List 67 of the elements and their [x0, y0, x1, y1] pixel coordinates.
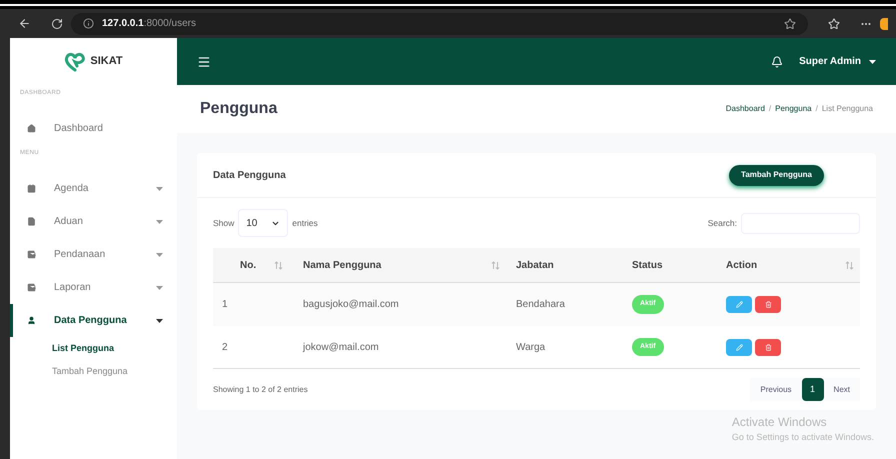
page-title: Pengguna [200, 99, 278, 119]
table-cell-text: bagusjoko@mail.com [302, 298, 400, 312]
sidebar-item[interactable]: Pendanaan [10, 238, 177, 271]
next-button[interactable]: Next [824, 378, 860, 401]
delete-button[interactable] [755, 338, 781, 356]
caret-icon [156, 286, 163, 290]
search-label: Search: [708, 216, 737, 230]
table-cell-text: jokow@mail.com [302, 340, 380, 354]
caret-icon [156, 220, 163, 224]
document-icon [27, 217, 36, 226]
submenu-link[interactable]: List Pengguna [10, 337, 177, 360]
caret-icon [156, 186, 163, 190]
sidebar-item[interactable]: Laporan [10, 271, 177, 304]
activation-title: Activate Windows [732, 414, 828, 431]
sidebar-item[interactable]: Dashboard [10, 112, 177, 145]
column-header[interactable]: Jabatan [506, 258, 632, 272]
breadcrumb-link[interactable]: List Pengguna [822, 103, 873, 115]
caret-icon [156, 252, 163, 256]
trash-icon [764, 344, 772, 350]
url-text: 127.0.0.1:8000/users [102, 17, 196, 31]
table-cell-text: 1 [221, 298, 229, 312]
back-icon[interactable] [18, 17, 31, 30]
card-title: Data Pengguna [213, 168, 286, 182]
table-cell-text: 2 [221, 340, 229, 354]
wallet-icon [27, 250, 36, 259]
add-user-button[interactable]: Tambah Pengguna [729, 164, 824, 186]
column-header[interactable]: No. [213, 258, 289, 272]
menu-icon[interactable] [197, 54, 211, 68]
activation-text: Go to Settings to activate Windows. [732, 431, 874, 444]
column-header[interactable]: Nama Pengguna [289, 258, 506, 272]
trash-icon [764, 301, 772, 308]
delete-button[interactable] [755, 296, 781, 313]
table-cell-text: Bendahara [515, 298, 566, 312]
calendar-icon [27, 184, 36, 193]
wallet-icon [27, 283, 36, 292]
caret-icon [869, 60, 876, 64]
breadcrumb-separator: / [768, 103, 772, 115]
bell-icon[interactable] [771, 56, 784, 68]
reload-icon[interactable] [51, 18, 63, 30]
brand-name: SIKAT [90, 54, 123, 70]
user-icon [27, 316, 36, 325]
sidebar-item[interactable]: Aduan [10, 205, 177, 238]
caret-icon [156, 318, 163, 322]
column-header[interactable]: Action [726, 258, 860, 272]
star-icon[interactable] [784, 18, 796, 30]
sidebar-item[interactable]: Agenda [10, 172, 177, 205]
previous-button[interactable]: Previous [750, 378, 802, 401]
pencil-icon [736, 344, 742, 350]
address-field[interactable]: 127.0.0.1:8000/users [71, 12, 808, 34]
breadcrumb-link[interactable]: Dashboard [726, 103, 765, 115]
heart-logo-icon [64, 52, 86, 72]
table-info: Showing 1 to 2 of 2 entries [213, 384, 308, 396]
breadcrumb-separator: / [816, 103, 818, 115]
page-button[interactable]: 1 [802, 378, 824, 401]
breadcrumb-link[interactable]: Pengguna [775, 103, 812, 115]
column-header[interactable]: Status [632, 258, 726, 272]
info-icon [83, 18, 94, 29]
favorites-icon[interactable] [828, 18, 840, 30]
profile-icon[interactable] [880, 18, 888, 30]
home-icon [27, 124, 36, 133]
pencil-icon [736, 301, 742, 308]
user-menu[interactable]: Super Admin [799, 54, 876, 69]
entries-label: entries [292, 216, 318, 230]
show-label: Show [213, 216, 234, 230]
table-cell-text: Warga [515, 340, 546, 354]
submenu-link[interactable]: Tambah Pengguna [10, 360, 177, 383]
page-size-select[interactable]: 10 [238, 209, 288, 237]
